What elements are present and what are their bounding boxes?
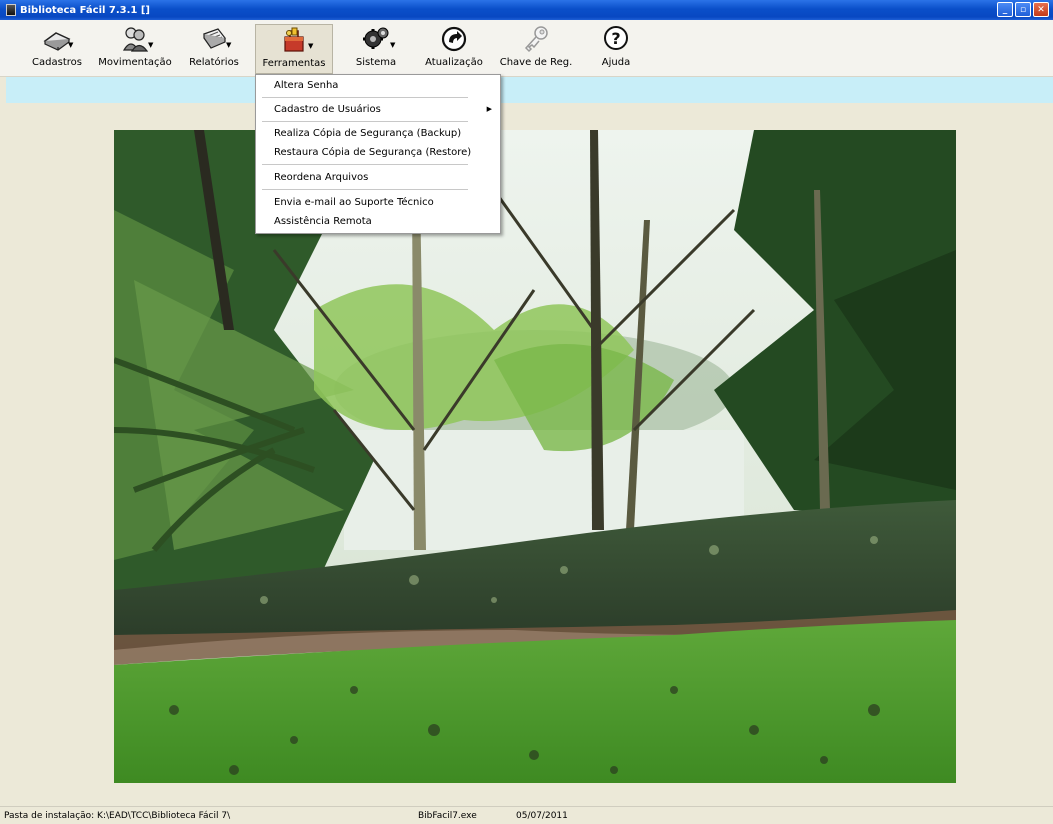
toolbar-ajuda-button[interactable]: ? Ajuda — [594, 24, 638, 74]
toolbar-label: Atualização — [425, 57, 483, 68]
menu-item-cadastro-usuarios[interactable]: Cadastro de Usuários — [274, 102, 381, 117]
menu-separator — [262, 97, 468, 98]
toolbar-atualizacao-button[interactable]: Atualização — [425, 24, 483, 74]
status-bar: Pasta de instalação: K:\EAD\TCC\Bibliote… — [0, 806, 1053, 824]
menu-item-reordena-arquivos[interactable]: Reordena Arquivos — [274, 170, 368, 185]
toolbar-label: Movimentação — [98, 57, 172, 68]
report-icon — [203, 28, 226, 49]
main-toolbar: ▼ Cadastros ▼ Movimentação ▼ Relatórios … — [0, 20, 1053, 77]
toolbar-label: Chave de Reg. — [499, 57, 573, 68]
menu-item-envia-email[interactable]: Envia e-mail ao Suporte Técnico — [274, 195, 434, 210]
menu-item-assistencia-remota[interactable]: Assistência Remota — [274, 214, 372, 229]
app-icon — [6, 4, 16, 16]
menu-separator — [262, 121, 468, 122]
menu-item-restore[interactable]: Restaura Cópia de Segurança (Restore) — [274, 145, 471, 160]
people-icon — [122, 27, 149, 52]
toolbar-label: Sistema — [355, 57, 397, 68]
status-exe: BibFacil7.exe — [418, 811, 477, 821]
refresh-icon — [441, 26, 467, 52]
toolbar-label: Cadastros — [32, 57, 82, 68]
title-bar: Biblioteca Fácil 7.3.1 [] _ ▫ ✕ — [0, 0, 1053, 20]
minimize-button[interactable]: _ — [997, 2, 1013, 17]
toolbar-movimentacao-button[interactable]: ▼ Movimentação — [98, 24, 172, 74]
status-install-path: Pasta de instalação: K:\EAD\TCC\Bibliote… — [4, 811, 231, 821]
gears-icon — [363, 27, 389, 49]
toolbar-sistema-button[interactable]: ▼ Sistema — [348, 24, 404, 74]
toolbar-label: Relatórios — [189, 57, 239, 68]
background-photo — [114, 130, 956, 783]
toolbar-chave-button[interactable]: Chave de Reg. — [500, 24, 572, 74]
toolbar-cadastros-button[interactable]: ▼ Cadastros — [28, 24, 86, 74]
toolbar-ferramentas-button[interactable]: ▼ Ferramentas — [255, 24, 333, 74]
window-controls: _ ▫ ✕ — [997, 2, 1049, 17]
menu-item-altera-senha[interactable]: Altera Senha — [274, 78, 338, 93]
book-icon — [43, 32, 71, 51]
forest-image — [114, 130, 956, 783]
menu-separator — [262, 189, 468, 190]
toolbox-icon — [284, 27, 304, 52]
menu-item-backup[interactable]: Realiza Cópia de Segurança (Backup) — [274, 126, 461, 141]
menu-separator — [262, 164, 468, 165]
info-bar — [6, 77, 1053, 103]
toolbar-label: Ajuda — [601, 57, 631, 68]
help-icon: ? — [604, 26, 628, 50]
close-button[interactable]: ✕ — [1033, 2, 1049, 17]
ferramentas-menu: Altera Senha Cadastro de Usuários ▶ Real… — [255, 74, 501, 234]
svg-text:?: ? — [611, 29, 620, 48]
window-title: Biblioteca Fácil 7.3.1 [] — [20, 4, 151, 16]
toolbar-label: Ferramentas — [262, 58, 326, 69]
maximize-button[interactable]: ▫ — [1015, 2, 1031, 17]
submenu-arrow-icon: ▶ — [486, 105, 492, 113]
key-icon — [524, 26, 548, 53]
status-date: 05/07/2011 — [516, 811, 568, 821]
toolbar-relatorios-button[interactable]: ▼ Relatórios — [186, 24, 242, 74]
